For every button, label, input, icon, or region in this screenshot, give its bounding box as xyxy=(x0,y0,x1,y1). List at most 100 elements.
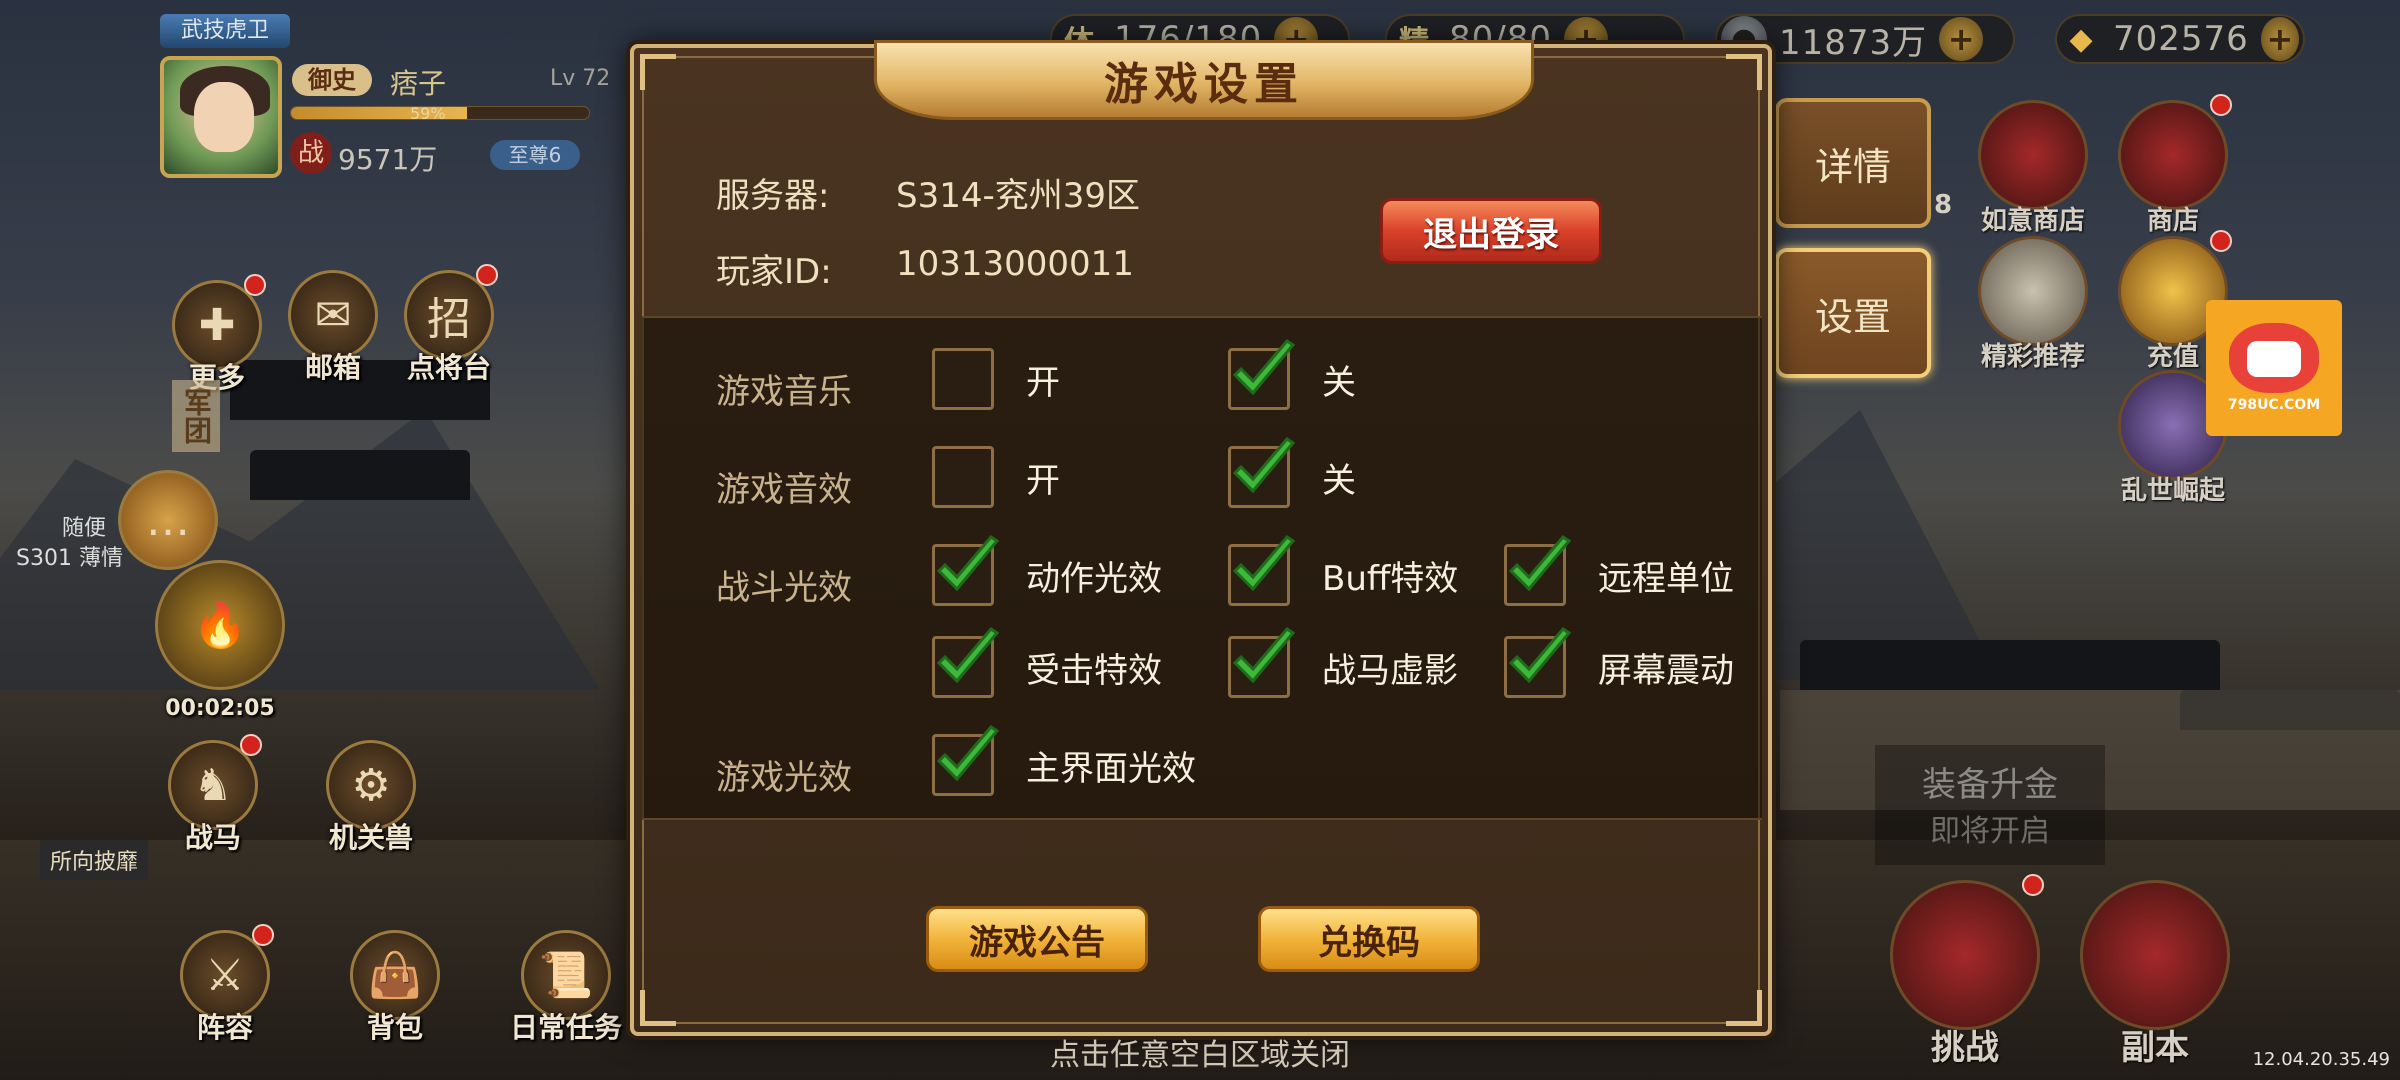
player-id-label: 玩家ID: xyxy=(716,252,832,292)
corner-ornament-icon xyxy=(640,54,676,90)
music-off-label: 关 xyxy=(1322,362,1356,403)
battle-fx-option[interactable]: 战马虚影 xyxy=(1228,627,1458,698)
add-gold-button[interactable]: + xyxy=(2260,17,2299,61)
action-fx-checkbox[interactable] xyxy=(932,535,1000,606)
tab-settings[interactable]: 设置 xyxy=(1775,248,1931,378)
chaos-rise-label: 乱世崛起 xyxy=(2120,476,2225,506)
buff-fx-label: Buff特效 xyxy=(1322,558,1459,599)
close-hint: 点击任意空白区域关闭 xyxy=(1050,1038,1350,1073)
lineup-button[interactable]: ⚔ 阵容 xyxy=(180,924,274,1046)
music-off-checkbox[interactable] xyxy=(1228,339,1296,410)
legion-button[interactable]: 军团 xyxy=(172,360,220,452)
warhorse-label: 战马 xyxy=(184,821,241,854)
rank-badge: 御史 xyxy=(292,64,372,96)
shop-label: 商店 xyxy=(2146,206,2199,236)
recharge-label: 充值 xyxy=(2146,342,2199,372)
main-ui-fx-checkbox[interactable] xyxy=(932,725,1000,796)
shop-button[interactable]: 商店 xyxy=(2118,94,2232,237)
mail-button[interactable]: ✉ 邮箱 xyxy=(288,270,378,386)
combat-power: 9571万 xyxy=(338,143,438,176)
ranged-unit-checkbox[interactable] xyxy=(1504,535,1572,606)
vip-badge: 至尊6 xyxy=(490,140,580,170)
corner-ornament-icon xyxy=(1726,54,1762,90)
redeem-code-button[interactable]: 兑换码 xyxy=(1258,906,1480,972)
logout-button[interactable]: 退出登录 xyxy=(1380,198,1602,264)
music-on-option[interactable]: 开 xyxy=(932,348,1060,410)
dialog-title-plate: 游戏设置 xyxy=(874,40,1534,120)
equip-upgrade-title: 装备升金 xyxy=(1922,765,2058,805)
sound-on-option[interactable]: 开 xyxy=(932,446,1060,508)
mail-label: 邮箱 xyxy=(304,351,361,384)
sound-off-label: 关 xyxy=(1322,460,1356,501)
tab-details[interactable]: 详情 xyxy=(1775,98,1931,228)
music-on-checkbox[interactable] xyxy=(932,348,994,410)
battle-fx-option[interactable]: 屏幕震动 xyxy=(1504,627,1734,698)
legion-label: 军团 xyxy=(172,380,220,452)
player-card[interactable]: 武技虎卫 御史 痞子 Lv 72 59% 战 9571万 至尊6 xyxy=(150,14,620,184)
chat-bubble-icon: … xyxy=(118,470,218,570)
main-ui-fx-label: 主界面光效 xyxy=(1026,748,1196,789)
checkmark-icon xyxy=(1232,437,1296,494)
checkmark-icon xyxy=(1232,535,1296,592)
player-title: 武技虎卫 xyxy=(160,14,290,48)
add-silver-button[interactable]: + xyxy=(1939,17,1984,61)
recommend-button[interactable]: 精彩推荐 xyxy=(1978,236,2088,373)
gold-value: 702576 xyxy=(2112,19,2249,59)
corner-ornament-icon xyxy=(640,990,676,1026)
music-off-option[interactable]: 关 xyxy=(1228,339,1356,410)
settings-dialog: 游戏设置 服务器: S314-兖州39区 玩家ID: 10313000011 退… xyxy=(630,40,1772,1036)
exp-text: 59% xyxy=(410,104,446,123)
checkmark-icon xyxy=(936,725,1000,782)
gold-bar: ◆ 702576 + xyxy=(2055,14,2305,64)
silver-value: 11873万 xyxy=(1779,22,1928,63)
battle-fx-option[interactable]: Buff特效 xyxy=(1228,535,1459,606)
player-id-value: 10313000011 xyxy=(896,244,1134,284)
checkmark-icon xyxy=(1508,627,1572,684)
avatar[interactable] xyxy=(160,56,282,178)
ruyi-shop-button[interactable]: 如意商店 xyxy=(1978,100,2088,237)
battle-fx-label: 战斗光效 xyxy=(716,568,852,608)
notification-dot xyxy=(244,274,266,296)
recommend-label: 精彩推荐 xyxy=(1980,342,2085,372)
main-ui-fx-option[interactable]: 主界面光效 xyxy=(932,725,1196,796)
music-on-label: 开 xyxy=(1026,362,1060,403)
notification-dot xyxy=(476,264,498,286)
recruit-button[interactable]: 招 点将台 xyxy=(404,264,498,386)
victory-plaque: 所向披靡 xyxy=(40,840,149,880)
daily-task-button[interactable]: 📜 日常任务 xyxy=(510,930,622,1046)
power-icon: 战 xyxy=(290,132,332,174)
screen-shake-checkbox[interactable] xyxy=(1504,627,1572,698)
notification-dot xyxy=(252,924,274,946)
sound-off-checkbox[interactable] xyxy=(1228,437,1296,508)
equip-upgrade-subtitle: 即将开启 xyxy=(1930,814,2050,849)
gamepad-mascot-icon xyxy=(2229,323,2319,393)
battle-fx-option[interactable]: 远程单位 xyxy=(1504,535,1734,606)
bag-button[interactable]: 👜 背包 xyxy=(350,930,440,1046)
battle-fx-option[interactable]: 动作光效 xyxy=(932,535,1162,606)
checkmark-icon xyxy=(1232,627,1296,684)
warhorse-button[interactable]: ♞ 战马 xyxy=(168,734,262,856)
server-value: S314-兖州39区 xyxy=(896,176,1141,216)
event-button[interactable]: 🔥 00:02:05 xyxy=(155,560,285,721)
shop-icon xyxy=(2118,100,2228,210)
horse-shadow-checkbox[interactable] xyxy=(1228,627,1296,698)
settings-panel: 游戏音乐 开 关 游戏音效 开 关 战斗光效 动作光效 Buff特效 远程单位 … xyxy=(642,316,1762,820)
chat-line[interactable]: S301 薄情 xyxy=(16,540,123,572)
buff-fx-checkbox[interactable] xyxy=(1228,535,1296,606)
sound-on-label: 开 xyxy=(1026,460,1060,501)
battle-fx-option[interactable]: 受击特效 xyxy=(932,627,1162,698)
sound-on-checkbox[interactable] xyxy=(932,446,994,508)
announcement-button[interactable]: 游戏公告 xyxy=(926,906,1148,972)
sound-off-option[interactable]: 关 xyxy=(1228,437,1356,508)
screen-shake-label: 屏幕震动 xyxy=(1598,650,1734,691)
action-fx-label: 动作光效 xyxy=(1026,558,1162,599)
event-timer: 00:02:05 xyxy=(165,696,275,721)
sword-icon xyxy=(2080,880,2230,1030)
notification-dot xyxy=(2210,94,2232,116)
mech-beast-button[interactable]: ⚙ 机关兽 xyxy=(326,740,416,856)
ui-fx-label: 游戏光效 xyxy=(716,758,852,798)
chat-button[interactable]: … xyxy=(118,470,218,570)
equip-upgrade-panel: 装备升金 即将开启 xyxy=(1875,745,2105,865)
hit-fx-checkbox[interactable] xyxy=(932,627,1000,698)
scroll-icon xyxy=(1978,236,2088,346)
